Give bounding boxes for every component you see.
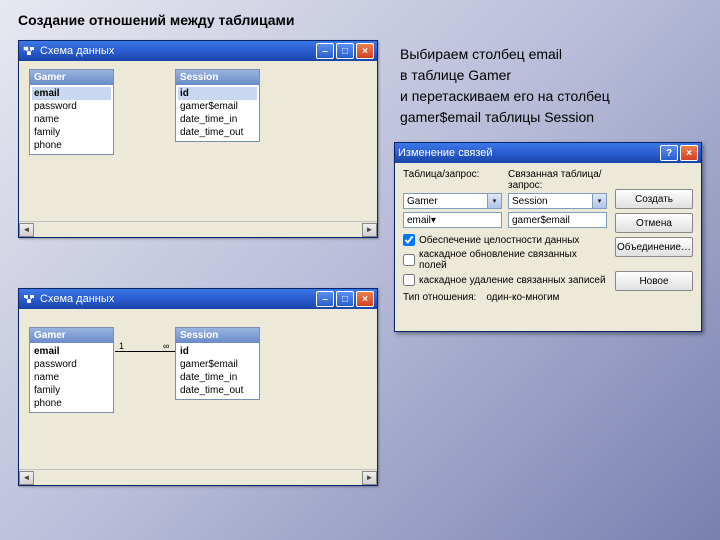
scroll-left-button[interactable]: ◄ xyxy=(19,223,34,237)
field-date-out[interactable]: date_time_out xyxy=(178,384,257,397)
relationship-line[interactable] xyxy=(115,351,175,352)
field-phone[interactable]: phone xyxy=(32,139,111,152)
edit-relationships-dialog: Изменение связей ? × Таблица/запрос: Свя… xyxy=(394,142,702,332)
field-date-out[interactable]: date_time_out xyxy=(178,126,257,139)
window-title: Схема данных xyxy=(40,293,316,305)
map-left-field[interactable]: email▾ xyxy=(403,212,502,228)
new-button[interactable]: Новое xyxy=(615,271,693,291)
field-gamer-email[interactable]: gamer$email xyxy=(178,358,257,371)
table-gamer[interactable]: Gamer email password name family phone xyxy=(29,69,114,155)
close-button[interactable]: × xyxy=(680,145,698,161)
minimize-button[interactable]: – xyxy=(316,43,334,59)
field-password[interactable]: password xyxy=(32,358,111,371)
instruction-line: в таблице Gamer xyxy=(400,66,700,85)
map-right-field[interactable]: gamer$email xyxy=(508,212,607,228)
field-id[interactable]: id xyxy=(178,345,257,358)
table-header[interactable]: Session xyxy=(176,70,259,85)
scroll-left-button[interactable]: ◄ xyxy=(19,471,34,485)
cascade-update-checkbox[interactable]: каскадное обновление связанных полей xyxy=(403,249,607,271)
instruction-line: и перетаскиваем его на столбец xyxy=(400,87,700,106)
field-name[interactable]: name xyxy=(32,113,111,126)
instructions-block: Выбираем столбец email в таблице Gamer и… xyxy=(400,45,700,129)
chevron-down-icon: ▾ xyxy=(592,194,606,208)
table-header[interactable]: Gamer xyxy=(30,328,113,343)
join-button[interactable]: Объединение… xyxy=(615,237,693,257)
left-table-label: Таблица/запрос: xyxy=(403,169,502,191)
table-gamer[interactable]: Gamer email password name family phone xyxy=(29,327,114,413)
chevron-down-icon: ▾ xyxy=(487,194,501,208)
cardinality-many: ∞ xyxy=(163,341,169,351)
schema-icon xyxy=(22,44,36,58)
relation-type-label: Тип отношения: xyxy=(403,292,476,303)
scroll-right-button[interactable]: ► xyxy=(362,223,377,237)
titlebar[interactable]: Схема данных – □ × xyxy=(19,289,377,309)
field-email[interactable]: email xyxy=(32,87,111,100)
dialog-body: Таблица/запрос: Связанная таблица/запрос… xyxy=(395,163,701,331)
relation-type-value: один-ко-многим xyxy=(486,292,559,303)
right-table-select[interactable]: Session▾ xyxy=(508,193,607,209)
field-phone[interactable]: phone xyxy=(32,397,111,410)
field-id[interactable]: id xyxy=(178,87,257,100)
instruction-line: gamer$email таблицы Session xyxy=(400,108,700,127)
close-button[interactable]: × xyxy=(356,43,374,59)
table-header[interactable]: Gamer xyxy=(30,70,113,85)
maximize-button[interactable]: □ xyxy=(336,43,354,59)
window-title: Схема данных xyxy=(40,45,316,57)
schema-canvas[interactable]: Gamer email password name family phone S… xyxy=(19,309,377,469)
integrity-checkbox[interactable]: Обеспечение целостности данных xyxy=(403,234,607,246)
field-password[interactable]: password xyxy=(32,100,111,113)
table-session[interactable]: Session id gamer$email date_time_in date… xyxy=(175,69,260,142)
field-name[interactable]: name xyxy=(32,371,111,384)
table-session[interactable]: Session id gamer$email date_time_in date… xyxy=(175,327,260,400)
instruction-line: Выбираем столбец email xyxy=(400,45,700,64)
titlebar[interactable]: Схема данных – □ × xyxy=(19,41,377,61)
field-family[interactable]: family xyxy=(32,126,111,139)
scroll-right-button[interactable]: ► xyxy=(362,471,377,485)
schema-window-1: Схема данных – □ × Gamer email password … xyxy=(18,40,378,238)
create-button[interactable]: Создать xyxy=(615,189,693,209)
chevron-down-icon: ▾ xyxy=(431,215,436,226)
schema-window-2: Схема данных – □ × Gamer email password … xyxy=(18,288,378,486)
field-date-in[interactable]: date_time_in xyxy=(178,371,257,384)
cascade-delete-checkbox[interactable]: каскадное удаление связанных записей xyxy=(403,274,607,286)
close-button[interactable]: × xyxy=(356,291,374,307)
left-table-select[interactable]: Gamer▾ xyxy=(403,193,502,209)
maximize-button[interactable]: □ xyxy=(336,291,354,307)
field-gamer-email[interactable]: gamer$email xyxy=(178,100,257,113)
page-title: Создание отношений между таблицами xyxy=(18,12,702,28)
field-email[interactable]: email xyxy=(32,345,111,358)
schema-canvas[interactable]: Gamer email password name family phone S… xyxy=(19,61,377,221)
table-header[interactable]: Session xyxy=(176,328,259,343)
field-family[interactable]: family xyxy=(32,384,111,397)
horizontal-scrollbar[interactable]: ◄ ► xyxy=(19,469,377,485)
field-date-in[interactable]: date_time_in xyxy=(178,113,257,126)
horizontal-scrollbar[interactable]: ◄ ► xyxy=(19,221,377,237)
right-table-label: Связанная таблица/запрос: xyxy=(508,169,607,191)
cancel-button[interactable]: Отмена xyxy=(615,213,693,233)
help-button[interactable]: ? xyxy=(660,145,678,161)
minimize-button[interactable]: – xyxy=(316,291,334,307)
schema-icon xyxy=(22,292,36,306)
dialog-titlebar[interactable]: Изменение связей ? × xyxy=(395,143,701,163)
cardinality-one: 1 xyxy=(119,341,124,351)
dialog-title: Изменение связей xyxy=(398,147,660,159)
